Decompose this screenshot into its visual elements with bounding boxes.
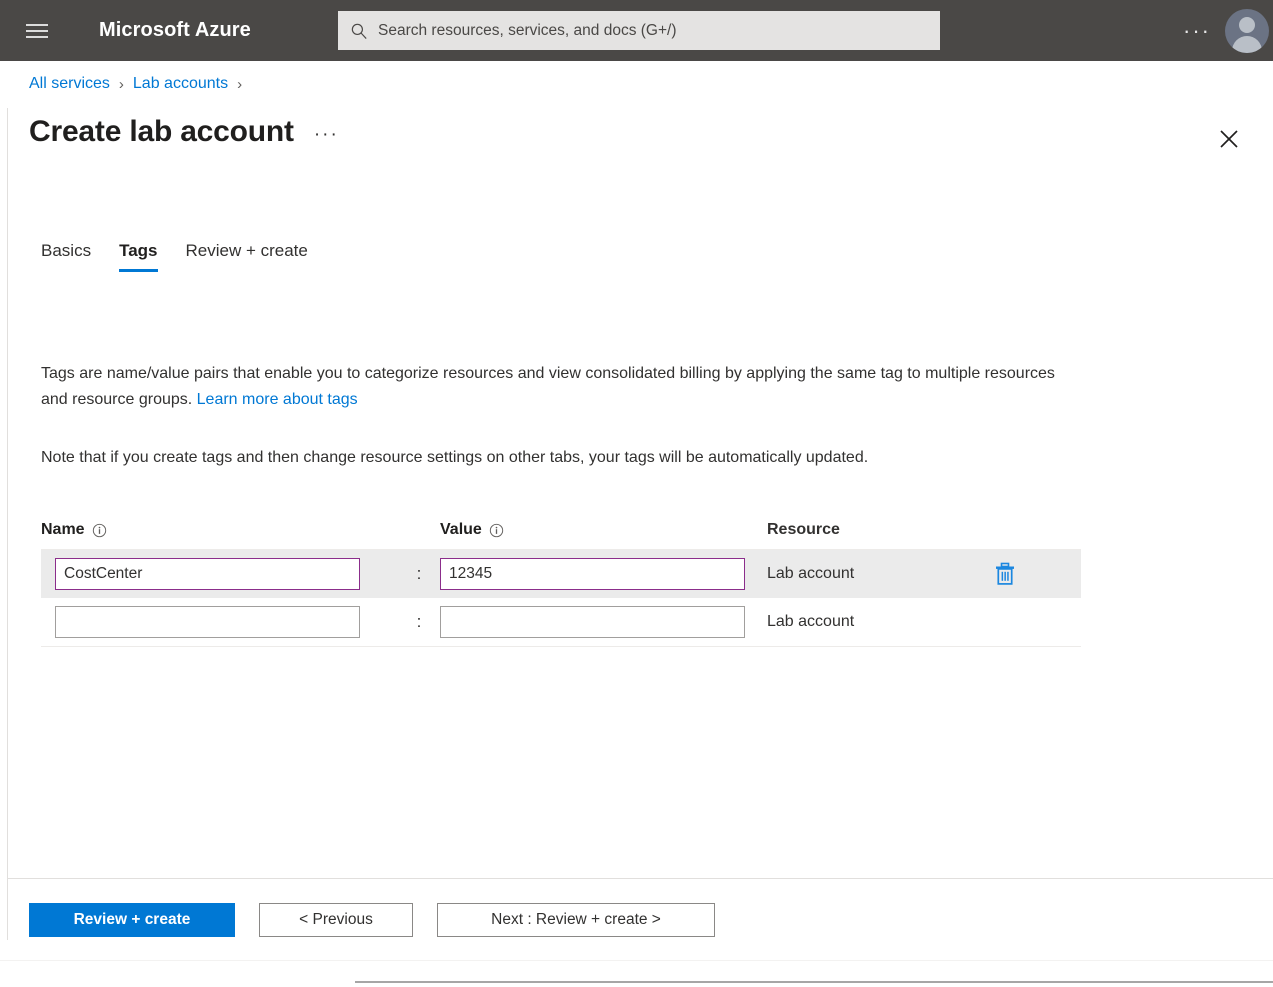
review-create-button[interactable]: Review + create [29, 903, 235, 937]
delete-tag-button-0[interactable] [987, 556, 1023, 592]
tags-description-text: Tags are name/value pairs that enable yo… [41, 365, 1055, 408]
tag-name-input-1[interactable] [55, 606, 360, 638]
breadcrumb: All services › Lab accounts › [29, 75, 242, 93]
tag-resource-label-0: Lab account [745, 565, 854, 583]
breadcrumb-item-lab-accounts[interactable]: Lab accounts [133, 75, 228, 93]
breadcrumb-separator-icon: › [237, 76, 242, 93]
page-title-row: Create lab account ··· [29, 115, 339, 149]
tag-name-input-0[interactable] [55, 558, 360, 590]
tag-name-cell [41, 558, 398, 590]
info-icon[interactable] [92, 523, 107, 538]
avatar-body [1232, 36, 1262, 53]
wizard-tabs: Basics Tags Review + create [41, 241, 322, 272]
tag-value-input-0[interactable] [440, 558, 745, 590]
tags-description: Tags are name/value pairs that enable yo… [41, 361, 1071, 413]
tag-separator-cell: : [398, 564, 440, 584]
topbar-right-cluster: ··· [1169, 0, 1273, 61]
avatar-head [1239, 17, 1255, 33]
tag-separator-cell: : [398, 612, 440, 632]
previous-button[interactable]: < Previous [259, 903, 413, 937]
tab-review-create[interactable]: Review + create [172, 241, 322, 272]
global-search-box[interactable]: Search resources, services, and docs (G+… [338, 11, 940, 50]
trash-icon [994, 562, 1016, 586]
next-review-create-button[interactable]: Next : Review + create > [437, 903, 715, 937]
column-header-name: Name [41, 521, 398, 539]
tag-separator-0: : [398, 564, 440, 584]
user-avatar-icon[interactable] [1225, 9, 1269, 53]
info-icon[interactable] [489, 523, 504, 538]
tag-resource-cell: Lab account [745, 613, 975, 631]
tab-basics[interactable]: Basics [41, 241, 105, 272]
wizard-footer: Review + create < Previous Next : Review… [8, 878, 1273, 960]
top-navigation-bar: Microsoft Azure Search resources, servic… [0, 0, 1273, 61]
page-title: Create lab account [29, 115, 294, 149]
hamburger-menu-icon[interactable] [13, 0, 61, 61]
hamburger-bar [26, 36, 48, 38]
tag-value-cell [440, 606, 745, 638]
azure-brand-title[interactable]: Microsoft Azure [99, 19, 251, 42]
column-header-resource-label: Resource [745, 521, 840, 539]
page-more-icon[interactable]: ··· [314, 125, 339, 139]
search-input-placeholder[interactable]: Search resources, services, and docs (G+… [378, 22, 677, 40]
blade-left-divider [7, 108, 8, 940]
tag-resource-cell: Lab account [745, 565, 975, 583]
learn-more-about-tags-link[interactable]: Learn more about tags [197, 391, 358, 408]
table-row: : Lab account [41, 550, 1081, 598]
tag-separator-1: : [398, 612, 440, 632]
search-icon [350, 22, 368, 40]
tag-name-cell [41, 606, 398, 638]
table-row: : Lab account [41, 598, 1081, 646]
breadcrumb-item-all-services[interactable]: All services [29, 75, 110, 93]
column-header-resource: Resource [745, 521, 975, 539]
hamburger-bar [26, 30, 48, 32]
topbar-more-icon[interactable]: ··· [1169, 26, 1225, 36]
tags-table-header-row: Name Value Resource [41, 511, 1081, 549]
close-icon[interactable] [1213, 123, 1245, 155]
tags-table-body: : Lab account [41, 549, 1081, 647]
column-header-value: Value [440, 521, 745, 539]
column-header-name-label: Name [41, 521, 85, 539]
tag-resource-label-1: Lab account [745, 613, 854, 631]
horizontal-scrollbar[interactable] [355, 981, 1273, 983]
tag-actions-cell [975, 556, 1041, 592]
tags-note-text: Note that if you create tags and then ch… [41, 446, 1081, 470]
tags-table: Name Value Resource [41, 511, 1081, 647]
tag-value-cell [440, 558, 745, 590]
tag-value-input-1[interactable] [440, 606, 745, 638]
create-lab-account-blade: All services › Lab accounts › Create lab… [0, 61, 1273, 987]
tab-tags[interactable]: Tags [105, 241, 171, 272]
breadcrumb-separator-icon: › [119, 76, 124, 93]
hamburger-bar [26, 24, 48, 26]
column-header-value-label: Value [440, 521, 482, 539]
